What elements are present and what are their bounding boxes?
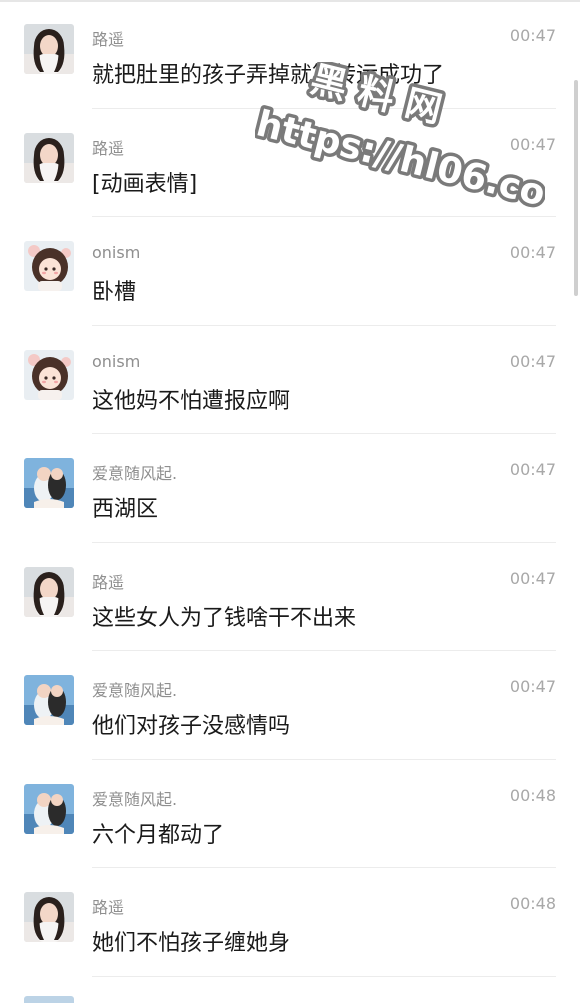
avatar-couple-icon[interactable] [24,783,74,834]
message-row[interactable]: 路遥 00:47 [动画表情] [0,109,580,217]
message-time: 00:47 [509,26,556,45]
message-time: 00:47 [509,460,556,479]
message-time: 00:48 [509,894,556,913]
sender-name[interactable]: 路遥 [92,569,124,593]
message-row[interactable]: 路遥 00:47 就把肚里的孩子弄掉就算转运成功了 [0,0,580,109]
scrollbar[interactable] [574,80,578,296]
message-row[interactable]: 爱意随风起. 00:47 他们对孩子没感情吗 [0,651,580,760]
message-row[interactable]: onism 00:47 这他妈不怕遭报应啊 [0,326,580,434]
message-text[interactable]: 这些女人为了钱啥干不出来 [92,600,356,632]
message-text[interactable]: 她们不怕孩子缠她身 [92,925,290,957]
avatar-girl-icon[interactable] [24,24,74,74]
sender-name[interactable]: 爱意随风起. [92,677,177,701]
message-list[interactable]: 路遥 00:47 就把肚里的孩子弄掉就算转运成功了 路遥 00:47 [动画表情… [0,0,580,977]
sender-name[interactable]: onism [92,352,140,371]
message-row[interactable]: 路遥 00:48 她们不怕孩子缠她身 [0,868,580,977]
message-time: 00:47 [509,568,556,588]
message-text[interactable]: 他们对孩子没感情吗 [92,708,290,740]
message-row[interactable]: 爱意随风起. 00:47 西湖区 [0,434,580,543]
message-text[interactable]: [动画表情] [92,166,197,198]
sender-name[interactable]: 路遥 [92,26,124,50]
message-row[interactable]: 爱意随风起. 00:48 六个月都动了 [0,760,580,868]
message-text[interactable]: 就把肚里的孩子弄掉就算转运成功了 [92,57,444,89]
sender-name[interactable]: onism [92,243,140,262]
message-time: 00:47 [509,134,556,154]
message-row[interactable]: onism 00:47 卧槽 [0,217,580,326]
avatar-couple-icon[interactable] [24,458,74,508]
message-time: 00:47 [509,243,556,262]
message-text[interactable]: 西湖区 [92,491,158,523]
message-text[interactable]: 卧槽 [92,274,136,306]
message-time: 00:47 [509,677,556,696]
avatar-couple-icon[interactable] [24,675,74,725]
avatar-girl-icon[interactable] [24,892,74,942]
row-divider [92,975,556,977]
sender-name[interactable]: 爱意随风起. [92,786,177,810]
avatar-cartoon-icon[interactable] [24,241,74,291]
next-avatar-peek [24,996,74,1003]
sender-name[interactable]: 路遥 [92,135,124,159]
sender-name[interactable]: 爱意随风起. [92,460,177,484]
message-text[interactable]: 六个月都动了 [92,817,224,849]
sender-name[interactable]: 路遥 [92,894,124,918]
message-row[interactable]: 路遥 00:47 这些女人为了钱啥干不出来 [0,543,580,651]
message-time: 00:48 [509,785,556,805]
avatar-girl-icon[interactable] [24,566,74,617]
message-time: 00:47 [509,351,556,371]
message-text[interactable]: 这他妈不怕遭报应啊 [92,383,290,415]
avatar-cartoon-icon[interactable] [24,349,74,400]
avatar-girl-icon[interactable] [24,132,74,183]
